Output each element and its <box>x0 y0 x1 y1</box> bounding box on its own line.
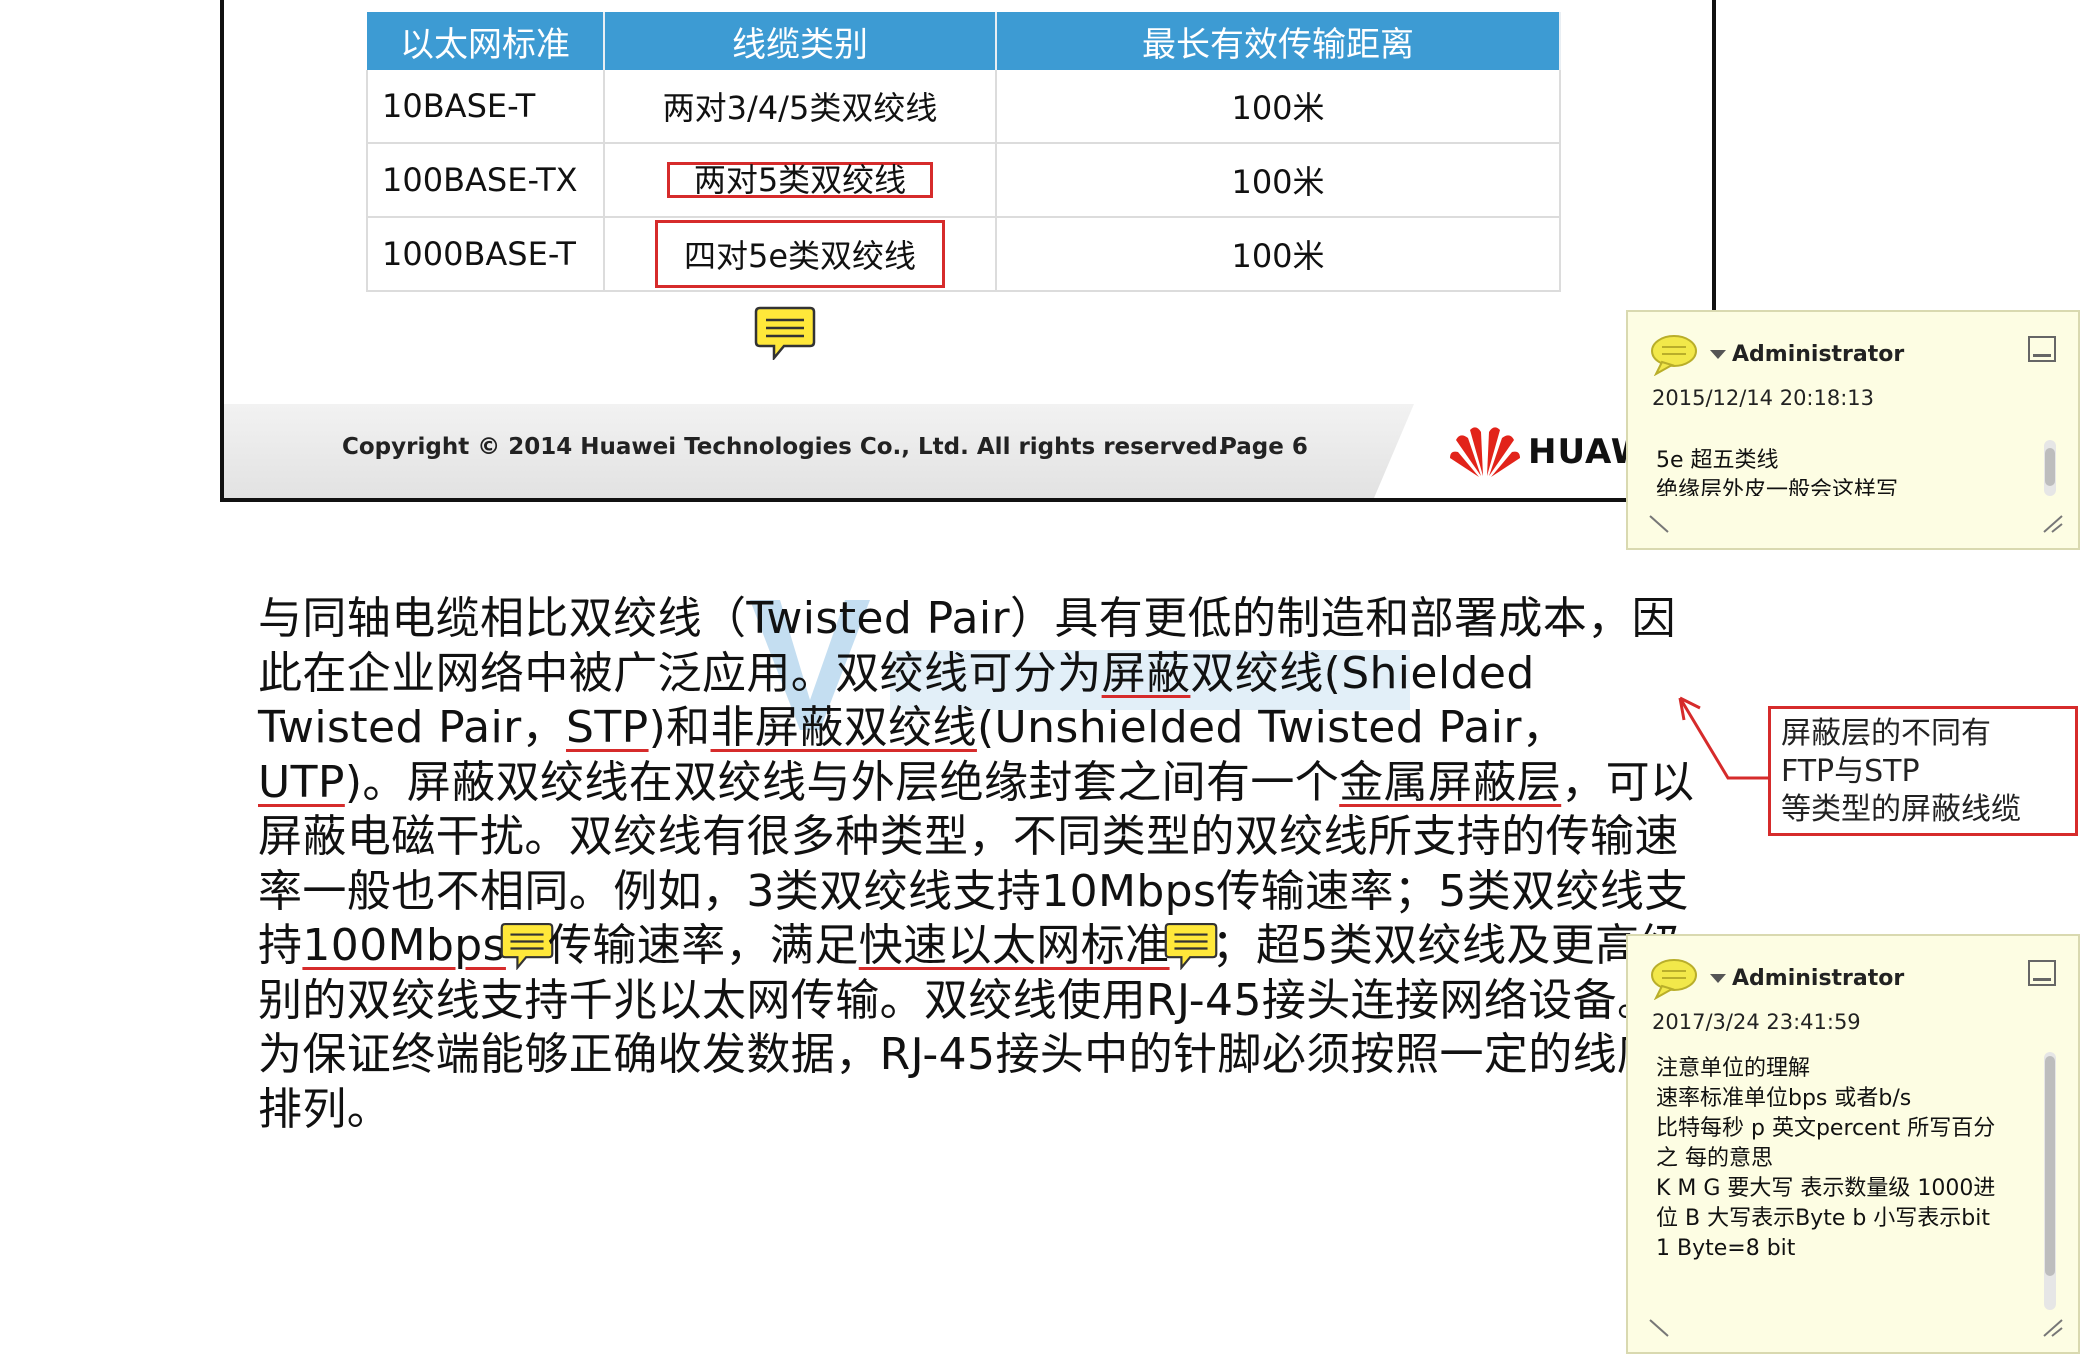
chevron-down-icon[interactable] <box>1710 350 1726 359</box>
table-row: 10BASE-T 两对3/4/5类双绞线 100米 <box>366 70 1561 144</box>
table-cell: 100米 <box>996 217 1561 292</box>
table-row: 1000BASE-T 四对5e类双绞线 100米 <box>366 217 1561 292</box>
note-scrollbar[interactable] <box>2044 440 2056 496</box>
annotation-line: 等类型的屏蔽线缆 <box>1781 792 2021 827</box>
annotation-arrow-icon <box>1678 696 1776 780</box>
resize-grip-icon[interactable] <box>1648 514 1672 534</box>
underlined-text: 屏蔽 <box>1101 647 1191 699</box>
note-line: 位 B 大写表示Byte b 小写表示bit <box>1656 1206 1991 1231</box>
table-cell: 四对5e类双绞线 <box>604 217 997 292</box>
copyright-text: Copyright © 2014 Huawei Technologies Co.… <box>342 434 1227 460</box>
table-header-cell: 最长有效传输距离 <box>996 12 1561 70</box>
note-line: K M G 要大写 表示数量级 1000进 <box>1656 1176 1996 1201</box>
table-cell: 1000BASE-T <box>366 217 605 292</box>
table-cell: 100米 <box>996 70 1561 144</box>
speech-bubble-icon[interactable] <box>1164 920 1218 970</box>
note-line: 之 每的意思 <box>1656 1146 1773 1171</box>
text-run: )。屏蔽双绞线在双绞线与外层绝缘封套之间有一个 <box>344 756 1340 808</box>
note-body[interactable]: 5e 超五类线 绝缘层外皮一般会这样写 <box>1656 446 1898 496</box>
speech-bubble-icon[interactable] <box>754 304 816 360</box>
table-header-row: 以太网标准 线缆类别 最长有效传输距离 <box>367 12 1561 70</box>
text-run: 传输速率，满足 <box>547 920 859 971</box>
underlined-text: 金属屏蔽层 <box>1339 756 1562 808</box>
note-author: Administrator <box>1732 342 1905 367</box>
note-line: 比特每秒 p 英文percent 所写百分 <box>1656 1116 1996 1141</box>
note-line: 注意单位的理解 <box>1656 1056 1811 1081</box>
annotation-line: FTP与STP <box>1781 754 1920 789</box>
speech-bubble-icon <box>1651 335 1697 376</box>
table-cell: 100BASE-TX <box>366 143 605 218</box>
table-cell: 10BASE-T <box>366 70 605 144</box>
text-run: (Unshielded Twisted Pair， <box>976 702 1567 753</box>
table-cell: 100米 <box>996 143 1561 218</box>
annotation-line: 屏蔽层的不同有 <box>1781 716 1991 751</box>
note-body[interactable]: 注意单位的理解 速率标准单位bps 或者b/s 比特每秒 p 英文percent… <box>1656 1054 1995 1264</box>
table-header-cell: 以太网标准 <box>367 12 605 70</box>
note-date: 2017/3/24 23:41:59 <box>1652 1010 1861 1034</box>
underlined-text: UTP <box>258 756 345 808</box>
underlined-text: 非屏蔽双绞线 <box>710 702 977 753</box>
article-paragraph: 与同轴电缆相比双绞线（Twisted Pair）具有更低的制造和部署成本，因此在… <box>258 592 1698 1137</box>
annotation-callout: 屏蔽层的不同有 FTP与STP 等类型的屏蔽线缆 <box>1768 706 2078 836</box>
note-date: 2015/12/14 20:18:13 <box>1652 386 1875 410</box>
comment-note[interactable]: Administrator 2015/12/14 20:18:13 5e 超五类… <box>1626 310 2080 550</box>
underlined-text: 100Mbps <box>302 920 506 971</box>
minimize-icon[interactable] <box>2028 960 2056 986</box>
note-line: 5e 超五类线 <box>1656 448 1779 473</box>
table-header-cell: 线缆类别 <box>604 12 997 70</box>
note-line: 1 Byte=8 bit <box>1656 1236 1796 1261</box>
table-cell: 两对5类双绞线 <box>604 143 997 218</box>
red-highlight-box: 四对5e类双绞线 <box>654 220 946 288</box>
chevron-down-icon[interactable] <box>1710 974 1726 983</box>
text-run: )和 <box>648 702 711 753</box>
underlined-text: STP <box>566 702 649 753</box>
note-line: 速率标准单位bps 或者b/s <box>1656 1086 1912 1111</box>
ethernet-standards-table: 以太网标准 线缆类别 最长有效传输距离 10BASE-T 两对3/4/5类双绞线… <box>366 12 1561 292</box>
red-highlight-box: 两对5类双绞线 <box>666 162 934 198</box>
speech-bubble-icon[interactable] <box>500 920 554 970</box>
huawei-logo-icon <box>1450 427 1520 477</box>
resize-grip-icon[interactable] <box>2040 1318 2064 1338</box>
underlined-text: 快速以太网标准 <box>858 920 1170 971</box>
resize-grip-icon[interactable] <box>1648 1318 1672 1338</box>
slide-page: 以太网标准 线缆类别 最长有效传输距离 10BASE-T 两对3/4/5类双绞线… <box>220 0 1716 502</box>
table-cell: 两对3/4/5类双绞线 <box>604 70 997 144</box>
resize-grip-icon[interactable] <box>2040 514 2064 534</box>
minimize-icon[interactable] <box>2028 336 2056 362</box>
table-row: 100BASE-TX 两对5类双绞线 100米 <box>366 143 1561 218</box>
note-line: 绝缘层外皮一般会这样写 <box>1656 478 1899 496</box>
comment-note[interactable]: Administrator 2017/3/24 23:41:59 注意单位的理解… <box>1626 934 2080 1354</box>
page-number: Page 6 <box>1220 434 1308 460</box>
note-author: Administrator <box>1732 966 1905 991</box>
note-scrollbar[interactable] <box>2044 1052 2056 1310</box>
speech-bubble-icon <box>1651 959 1697 1000</box>
